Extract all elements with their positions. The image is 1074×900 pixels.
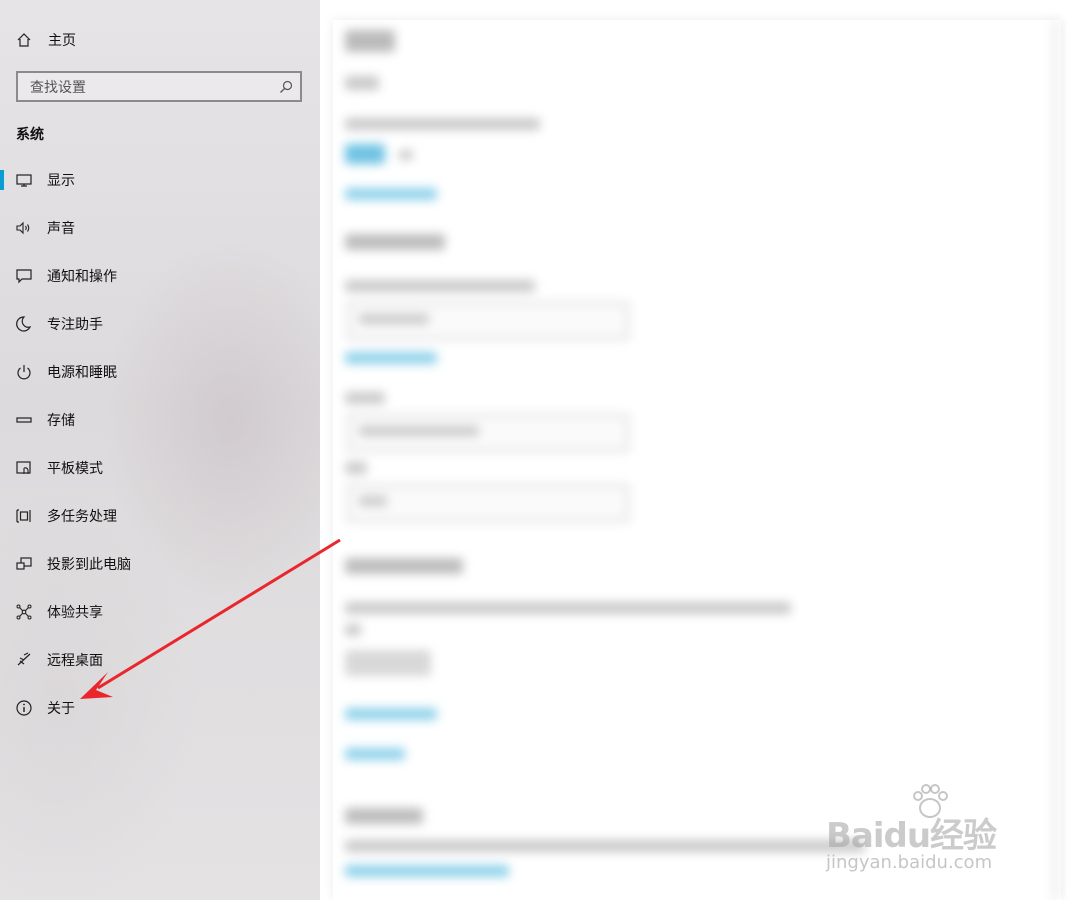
multitask-icon [14,506,34,526]
monitor-icon [14,170,34,190]
baidu-jingyan-watermark: Baidu经验 jingyan.baidu.com [820,782,1020,882]
sidebar-item-label: 投影到此电脑 [47,557,131,573]
watermark-url: jingyan.baidu.com [826,852,993,873]
sidebar-item-storage[interactable]: 存储 [0,400,320,440]
home-nav-item[interactable]: 主页 [0,20,320,60]
sidebar-item-label: 存储 [47,413,75,429]
remote-icon [14,650,34,670]
sidebar-item-label: 多任务处理 [47,509,117,525]
search-input[interactable] [28,77,272,99]
info-icon [14,698,34,718]
sidebar-item-project-to-pc[interactable]: 投影到此电脑 [0,544,320,584]
settings-sidebar: 主页 系统 显示 声音 通知和操作 专注助手 电 [0,0,320,900]
sidebar-item-multitasking[interactable]: 多任务处理 [0,496,320,536]
sidebar-item-notifications[interactable]: 通知和操作 [0,256,320,296]
project-icon [14,554,34,574]
display-settings-panel [333,20,1061,900]
sidebar-item-label: 远程桌面 [47,653,103,669]
sidebar-item-tablet-mode[interactable]: 平板模式 [0,448,320,488]
sidebar-item-focus-assist[interactable]: 专注助手 [0,304,320,344]
moon-icon [14,314,34,334]
sidebar-item-sound[interactable]: 声音 [0,208,320,248]
watermark-logo: Baidu经验 [826,816,997,856]
sidebar-item-remote-desktop[interactable]: 远程桌面 [0,640,320,680]
search-box[interactable] [16,71,302,102]
sidebar-item-display[interactable]: 显示 [0,160,320,200]
home-label: 主页 [48,33,76,49]
sidebar-item-shared-experiences[interactable]: 体验共享 [0,592,320,632]
sidebar-item-label: 体验共享 [47,605,103,621]
sidebar-item-power-sleep[interactable]: 电源和睡眠 [0,352,320,392]
storage-icon [14,410,34,430]
search-icon[interactable] [278,79,294,95]
sidebar-item-label: 显示 [47,173,75,189]
speaker-icon [14,218,34,238]
sidebar-item-label: 平板模式 [47,461,103,477]
section-title: 系统 [16,127,44,143]
tablet-icon [14,458,34,478]
sidebar-item-about[interactable]: 关于 [0,688,320,728]
sidebar-item-label: 电源和睡眠 [47,365,117,381]
message-icon [14,266,34,286]
share-icon [14,602,34,622]
sidebar-item-label: 声音 [47,221,75,237]
sidebar-item-label: 关于 [47,701,75,717]
home-icon [14,30,34,50]
sidebar-item-label: 专注助手 [47,317,103,333]
sidebar-item-label: 通知和操作 [47,269,117,285]
blurred-content [333,20,1061,900]
power-icon [14,362,34,382]
